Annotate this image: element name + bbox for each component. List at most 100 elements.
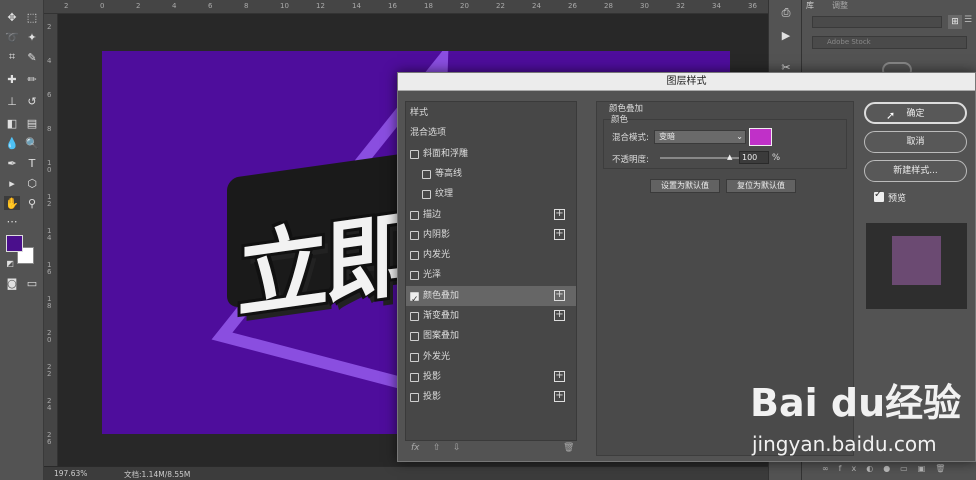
blend-mode-select[interactable]: 变暗 ⌄ <box>654 130 746 144</box>
lasso-tool-icon[interactable]: ➰ <box>4 30 20 44</box>
ruler-top: 2 0 2 4 6 8 10 12 14 16 18 20 22 24 26 28 30 32 34 36 <box>44 0 768 14</box>
style-checkbox[interactable] <box>410 290 419 310</box>
screen-mode-icon[interactable]: ▭ <box>24 276 40 290</box>
add-style-icon[interactable]: + <box>554 289 565 301</box>
style-checkbox[interactable] <box>410 210 419 220</box>
style-checkbox[interactable] <box>410 230 419 240</box>
style-item[interactable]: 斜面和浮雕 <box>406 144 576 164</box>
type-tool-icon[interactable]: T <box>24 156 40 170</box>
actions-panel-icon[interactable]: ▶ <box>778 28 794 42</box>
style-item[interactable]: 混合选项 <box>406 123 576 143</box>
trash-icon[interactable]: 🗑 <box>563 443 574 453</box>
preview-label: 预览 <box>888 194 907 204</box>
add-style-icon[interactable]: + <box>554 391 565 403</box>
shape-tool-icon[interactable]: ⬡ <box>24 176 40 190</box>
move-down-icon[interactable]: ⇩ <box>453 443 461 453</box>
quick-mask-icon[interactable]: ◙ <box>4 276 20 290</box>
style-item[interactable]: 纹理 <box>406 184 576 204</box>
brush-tool-icon[interactable]: ✏ <box>24 72 40 86</box>
ruler-top-label: 2 <box>136 2 141 10</box>
style-item[interactable]: 内阴影 + <box>406 225 576 245</box>
add-style-icon[interactable]: + <box>554 310 565 321</box>
style-item[interactable]: 投影 + <box>406 367 576 387</box>
list-view-icon[interactable]: ☰ <box>964 15 974 29</box>
style-item-label: 内发光 <box>423 250 451 261</box>
eraser-tool-icon[interactable]: ◧ <box>4 116 20 130</box>
style-item[interactable]: 描边 + <box>406 205 576 225</box>
add-style-icon[interactable]: + <box>554 208 565 220</box>
history-brush-tool-icon[interactable]: ↺ <box>24 94 40 108</box>
ruler-top-label: 14 <box>352 2 361 10</box>
style-checkbox[interactable] <box>410 393 419 403</box>
watermark-brand: Bai du经验 <box>750 381 962 425</box>
opacity-slider-thumb[interactable]: ▲ <box>727 153 732 161</box>
blur-tool-icon[interactable]: 💧 <box>4 136 20 150</box>
style-checkbox[interactable] <box>410 332 419 342</box>
history-panel-icon[interactable]: ⎙ <box>778 6 794 20</box>
overlay-color-swatch[interactable] <box>749 128 772 146</box>
new-style-button[interactable]: 新建样式... <box>864 160 967 182</box>
stock-search-input[interactable]: Adobe Stock <box>812 36 967 49</box>
fx-icon[interactable]: fx <box>411 443 420 453</box>
style-checkbox[interactable] <box>422 169 431 179</box>
set-default-button[interactable]: 设置为默认值 <box>650 179 720 193</box>
ok-button[interactable]: 确定 <box>864 102 967 124</box>
style-checkbox[interactable] <box>410 251 419 261</box>
zoom-level[interactable]: 197.63% <box>54 469 87 478</box>
ruler-left-label: 1 4 <box>47 227 52 242</box>
style-item[interactable]: 样式 <box>406 103 576 123</box>
style-item-label: 颜色叠加 <box>423 290 460 301</box>
move-up-icon[interactable]: ⇧ <box>433 443 441 453</box>
reset-default-button[interactable]: 复位为默认值 <box>726 179 796 193</box>
style-item-label: 外发光 <box>423 351 451 362</box>
marquee-tool-icon[interactable]: ⬚ <box>24 10 40 24</box>
move-tool-icon[interactable]: ✥ <box>4 10 20 24</box>
style-checkbox[interactable] <box>410 352 419 362</box>
preview-checkbox[interactable] <box>874 189 884 202</box>
style-item[interactable]: 颜色叠加 + <box>406 285 576 310</box>
gradient-tool-icon[interactable]: ▤ <box>24 116 40 130</box>
ruler-left-label: 1 0 <box>47 159 52 174</box>
style-item-label: 斜面和浮雕 <box>423 148 469 159</box>
style-item-label: 渐变叠加 <box>423 311 460 321</box>
pen-tool-icon[interactable]: ✒ <box>4 156 20 170</box>
more-tools-icon[interactable]: ⋯ <box>4 214 20 228</box>
style-checkbox[interactable] <box>410 372 419 382</box>
style-checkbox[interactable] <box>410 149 419 159</box>
default-colors-icon[interactable]: ◩ <box>2 256 18 270</box>
add-style-icon[interactable]: + <box>554 228 565 240</box>
ruler-top-label: 4 <box>172 2 177 10</box>
dodge-tool-icon[interactable]: 🔍 <box>24 136 40 150</box>
crop-tool-icon[interactable]: ⌗ <box>4 50 20 64</box>
dialog-title[interactable]: 图层样式 <box>398 73 975 91</box>
library-select[interactable] <box>812 16 942 28</box>
foreground-color-swatch[interactable] <box>6 235 23 252</box>
healing-tool-icon[interactable]: ✚ <box>4 72 20 86</box>
style-item[interactable]: 外发光 <box>406 347 576 367</box>
style-item[interactable]: 图案叠加 <box>406 326 576 346</box>
tab-adjust[interactable]: 调整 <box>832 0 848 12</box>
path-select-tool-icon[interactable]: ▸ <box>4 176 20 190</box>
opacity-input[interactable]: 100 <box>739 151 769 164</box>
stamp-tool-icon[interactable]: ⊥ <box>4 94 20 108</box>
add-style-icon[interactable]: + <box>554 370 565 382</box>
tab-library[interactable]: 库 <box>806 0 814 12</box>
style-item[interactable]: 渐变叠加 + <box>406 306 576 326</box>
style-checkbox[interactable] <box>410 312 419 321</box>
cancel-button[interactable]: 取消 <box>864 131 967 153</box>
style-checkbox[interactable] <box>422 190 431 200</box>
zoom-tool-icon[interactable]: ⚲ <box>24 196 40 210</box>
style-item[interactable]: 投影 + <box>406 387 576 407</box>
style-item[interactable]: 光泽 <box>406 265 576 285</box>
grid-view-icon[interactable]: ⊞ <box>948 15 962 29</box>
eyedropper-tool-icon[interactable]: ✎ <box>24 50 40 64</box>
style-item[interactable]: 等高线 <box>406 164 576 184</box>
style-item-label: 投影 <box>423 392 442 403</box>
magic-wand-tool-icon[interactable]: ✦ <box>24 30 40 44</box>
artwork-title-text: 立即 <box>237 199 414 332</box>
style-item[interactable]: 内发光 <box>406 245 576 265</box>
hand-tool-icon[interactable]: ✋ <box>4 196 20 210</box>
style-checkbox[interactable] <box>410 271 419 281</box>
style-item-label: 投影 <box>423 371 442 382</box>
ruler-top-label: 0 <box>100 2 105 10</box>
